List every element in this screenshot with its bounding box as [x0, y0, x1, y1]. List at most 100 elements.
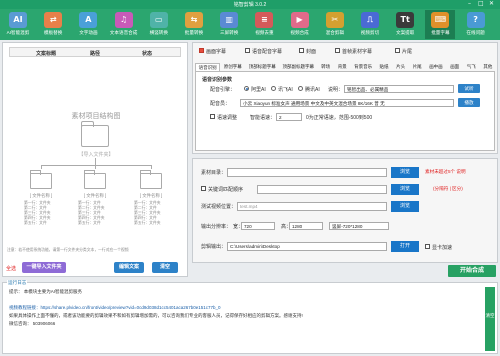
edit-copy-button[interactable]: 编辑文案 — [114, 262, 144, 273]
toolbar-label: 文案提取 — [395, 30, 415, 35]
keyword-label: 关键词匹配顺序 — [208, 187, 244, 193]
toolbar-mix-edit-button[interactable]: ✂ 混合剪辑 — [320, 10, 350, 39]
toolbar-three-screen-button[interactable]: ▥ 三屏转换 — [214, 10, 244, 39]
output-panel: 素材目录： 浏览 素材未超过5个 说明 关键词匹配顺序 浏览 (分隔符 | 区分… — [192, 158, 498, 263]
engine-radio-tencent[interactable] — [298, 86, 303, 91]
select-all-link[interactable]: 全选 — [6, 265, 16, 272]
folder-label: [ 文件名称 ] — [29, 193, 53, 198]
start-button[interactable]: 开始合成 — [448, 265, 496, 277]
copy-extract-icon: Tt — [396, 12, 415, 28]
engine-radio-aliyun[interactable] — [244, 86, 249, 91]
toolbar-online-help-button[interactable]: ? 在线问题 — [461, 10, 491, 39]
toolbar-text-to-speech-button[interactable]: ♫ 文本语音合成 — [109, 10, 139, 39]
column-status[interactable]: 状态 — [142, 50, 152, 57]
option-label: 片尾 — [402, 49, 413, 55]
dedupe-icon: ≡ — [255, 12, 274, 28]
toolbar-dedupe-button[interactable]: ≡ 视频去重 — [249, 10, 279, 39]
minimize-icon[interactable]: – — [468, 0, 471, 8]
speaker-input[interactable]: 铭智出品、必属精品 — [344, 85, 454, 93]
keyword-browse-button[interactable]: 浏览 — [391, 184, 419, 195]
open-output-button[interactable]: 打开 — [391, 241, 419, 252]
height-input[interactable]: 1280 — [289, 222, 323, 230]
ai-robot-icon: AI — [9, 12, 27, 28]
settings-tab[interactable]: 转场 — [317, 63, 334, 71]
test-button[interactable]: 试听 — [458, 84, 480, 93]
option-checkbox[interactable] — [299, 48, 304, 53]
material-dir-input[interactable] — [227, 168, 387, 177]
toolbar-ai-robot-button[interactable]: AI AI智能混剪 — [3, 10, 33, 39]
log-line: 微信咨询： 503906066 — [9, 321, 56, 326]
toolbar-copy-extract-button[interactable]: Tt 文案提取 — [390, 10, 420, 39]
orientation-convert-icon: ▭ — [149, 12, 168, 28]
column-path[interactable]: 路径 — [90, 50, 100, 57]
engine-label-xunfei: 讯飞AI — [278, 87, 293, 93]
toolbar-template-swap-button[interactable]: ⇄ 模板替换 — [38, 10, 68, 39]
settings-tab[interactable]: 片头 — [392, 63, 409, 71]
clear-log-button[interactable]: 清空 — [485, 287, 495, 351]
diagram-title: 素材项目结构图 — [71, 113, 121, 120]
clear-button[interactable]: 清空 — [152, 262, 178, 273]
test-video-browse-button[interactable]: 浏览 — [391, 201, 419, 212]
speaker-label: 说明： — [328, 87, 344, 93]
log-line[interactable]: 视频教程链接：https://share.plvideo.cn/front/vi… — [9, 305, 221, 311]
keyword-input[interactable] — [257, 185, 387, 194]
toolbar-text-animation-button[interactable]: A 文字动画 — [73, 10, 103, 39]
video-cut-icon: ⎍ — [361, 12, 379, 28]
structure-diagram: 素材项目结构图 【导入文件夹】 [ 文件名称 ] [ 文件名称 ] [ 文件名称… — [21, 111, 171, 251]
material-panel: 文案标题 路径 状态 素材项目结构图 【导入文件夹】 [ 文件名称 ] [ 文件… — [2, 42, 188, 277]
close-icon[interactable]: ✕ — [489, 0, 494, 8]
speed-input[interactable]: 2 — [276, 113, 302, 121]
settings-tab[interactable]: 贴纸 — [376, 63, 393, 71]
settings-tab[interactable]: 其他 — [480, 63, 497, 71]
video-merge-icon: ▶ — [290, 12, 309, 28]
settings-tab[interactable]: 画中画 — [426, 63, 447, 71]
toolbar-label: 在线问题 — [466, 30, 485, 35]
option-checkbox[interactable] — [245, 48, 250, 53]
voice-select[interactable]: 小云 Xiaoyun 标准女声 通用场景 中文及中英文混合场景 8K/16K 普… — [240, 99, 454, 107]
toolbar-label: 批量字幕 — [431, 30, 450, 35]
toolbar-batch-subtitle-button[interactable]: ⌨ 批量字幕 — [425, 10, 456, 39]
toolbar-label: AI智能混剪 — [6, 30, 30, 35]
toolbar-orientation-convert-button[interactable]: ▭ 横竖转换 — [144, 10, 174, 39]
settings-tab[interactable]: 气飞 — [463, 63, 480, 71]
settings-tabs: 语音识别 原创字幕 顶部标题字幕 顶部副标题字幕 转场 背景 背景音乐 贴纸 片头 片尾 画中画 画面… — [195, 63, 495, 71]
window-title: 铭智剪辑 3.0.2 — [233, 2, 267, 8]
toolbar-batch-convert-button[interactable]: ⇆ 批量转换 — [179, 10, 209, 39]
import-folder-button[interactable]: 一键导入文件夹 — [22, 262, 66, 273]
option-checkbox[interactable] — [335, 48, 340, 53]
settings-tab[interactable]: 顶部副标题字幕 — [279, 63, 317, 71]
toolbar-label: 横竖转换 — [149, 30, 168, 35]
option-checkbox[interactable] — [199, 48, 204, 53]
settings-tab[interactable]: 顶部标题字幕 — [245, 63, 279, 71]
toolbar-video-merge-button[interactable]: ▶ 视频合成 — [285, 10, 315, 39]
gpu-label: 显卡加速 — [432, 245, 453, 251]
folder-icon — [29, 170, 52, 189]
resolution-preset-select[interactable]: 竖屏-720*1280 — [329, 222, 389, 230]
column-title[interactable]: 文案标题 — [36, 50, 56, 57]
test-video-label: 测试视频位置： — [201, 204, 237, 210]
mix-edit-icon: ✂ — [325, 12, 344, 28]
toolbar-label: 模板替换 — [43, 30, 63, 35]
speed-checkbox[interactable] — [210, 114, 215, 119]
settings-tab[interactable]: 画面 — [446, 63, 463, 71]
settings-tab[interactable]: 语音识别 — [195, 63, 221, 71]
log-line: 提示： 本模块主要为AI智能混剪服务 — [9, 289, 83, 294]
settings-tab[interactable]: 背景 — [334, 63, 351, 71]
keyword-checkbox[interactable] — [201, 186, 206, 191]
option-label: 封面 — [306, 49, 317, 55]
settings-tab[interactable]: 片尾 — [409, 63, 426, 71]
option-checkbox[interactable] — [395, 48, 400, 53]
toolbar-video-cut-button[interactable]: ⎍ 视频剪切 — [355, 10, 385, 39]
folder-item: 第五行：文件 — [78, 221, 101, 225]
maximize-icon[interactable]: □ — [478, 0, 484, 8]
test-video-input[interactable]: test.mp4 — [237, 202, 387, 211]
output-dir-input[interactable]: C:\Users\admin\Desktop — [227, 242, 387, 251]
width-input[interactable]: 720 — [241, 222, 275, 230]
settings-tab[interactable]: 原创字幕 — [220, 63, 245, 71]
play-button[interactable]: 播放 — [458, 98, 480, 107]
material-browse-button[interactable]: 浏览 — [391, 167, 419, 178]
gpu-checkbox[interactable] — [425, 244, 430, 249]
settings-tab[interactable]: 背景音乐 — [351, 63, 376, 71]
engine-radio-xunfei[interactable] — [271, 86, 276, 91]
output-dir-label: 剪辑输出： — [201, 244, 227, 250]
